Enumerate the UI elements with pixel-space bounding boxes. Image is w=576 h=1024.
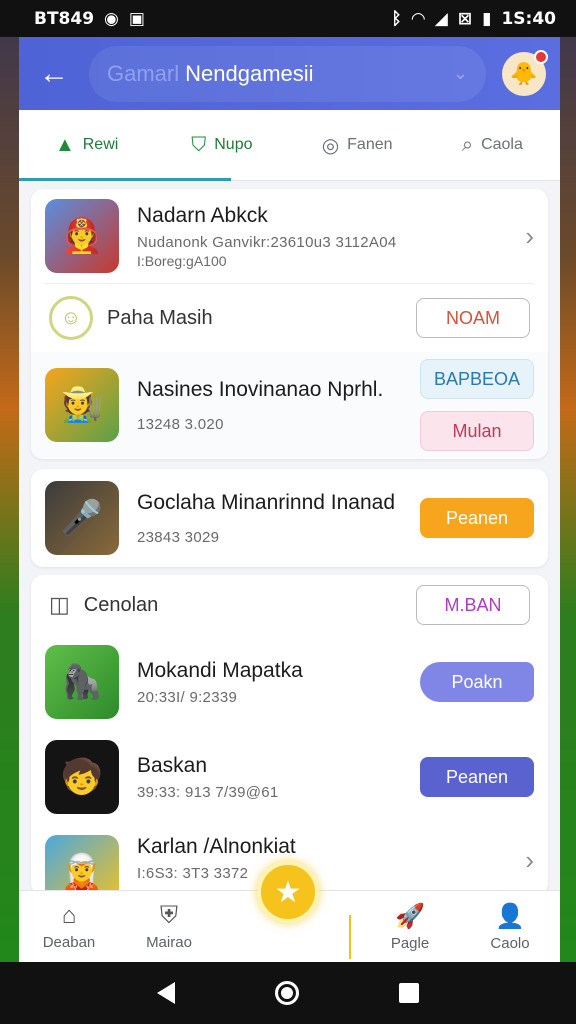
chevron-down-icon[interactable]: ⌄ [453,63,468,84]
back-arrow-icon[interactable]: ← [39,57,73,91]
notification-icon: ◉ [104,8,119,29]
notification-badge [534,49,548,64]
app-title: Nasines Inovinanao Nprhl. [137,377,384,401]
app-subtitle: I:6S3: 3T3 3372 [137,865,249,882]
status-bar: BT849 ◉ ▣ ᛒ ◠ ◢ ⊠ ▮ 1S:40 [0,0,576,37]
app-title: Karlan /Alnonkiat [137,835,296,858]
clock-text: 1S:40 [501,8,556,29]
list-item[interactable]: 🧑‍🌾 Nasines Inovinanao Nprhl. 13248 3.02… [31,352,548,458]
app-screen: ← Gamarl Nendgamesii ⌄ 🐥 ▲ Rewi ⛉ Nupo ◎… [19,37,560,962]
app-title: Nadarn Abkck [137,203,268,227]
badge-icon: ⛉ [191,133,207,156]
image-icon: ◫ [49,592,70,617]
tab-indicator [19,178,231,181]
app-meta: I:Boreg:gA100 [137,252,227,269]
tab-fanen[interactable]: ◎ Fanen [290,110,425,180]
battery-icon: ▮ [482,8,492,29]
game-thumbnail: 🧑‍🚒 [45,199,119,273]
bottom-nav: ⌂ Deaban ⛨ Mairao 🚀 Pagle 👤 Caolo ★ [19,861,560,962]
bapbeoa-button[interactable]: BAPBEOA [420,359,534,399]
section-label: Cenolan [83,593,159,616]
system-home-icon[interactable] [275,981,299,1005]
app-subtitle: 20:33I/ 9:2339 [137,688,238,706]
nav-pagle[interactable]: 🚀 Pagle [360,891,460,962]
search-placeholder: Gamarl [107,60,180,86]
carrier-text: BT849 [34,8,95,29]
nav-label: Pagle [390,934,430,952]
tab-label: Caola [481,136,523,153]
game-thumbnail: 🎤 [45,481,119,555]
section-header: ◫ Cenolan M.BAN [31,575,548,635]
chevron-right-icon[interactable]: › [525,221,534,252]
featured-card: 🧑‍🚒 Nadarn Abkck Nudanonk Ganvikr:23610u… [31,189,548,459]
noam-button[interactable]: NOAM [416,298,530,338]
nav-caolo[interactable]: 👤 Caolo [460,891,560,962]
tab-bar: ▲ Rewi ⛉ Nupo ◎ Fanen ⌕ Caola [19,110,560,181]
tab-caola[interactable]: ⌕ Caola [425,110,560,180]
peanen-button[interactable]: Peanen [420,498,534,538]
nfc-icon: ⊠ [457,8,473,29]
nav-separator [349,915,351,959]
app-subtitle: 23843 3029 [137,528,220,546]
section-header: ☺ Paha Masih NOAM [31,284,548,352]
app-card: 🎤 Goclaha Minanrinnd Inanad 23843 3029 P… [31,469,548,567]
app-subtitle: Nudanonk Ganvikr:23610u3 3112A04 [137,233,397,251]
smiley-icon: ☺ [49,296,93,340]
wifi-icon: ◠ [411,8,425,29]
search-icon: ⌕ [461,133,474,156]
signal-icon: ◢ [434,8,448,29]
list-item[interactable]: 🦍 Mokandi Mapatka 20:33I/ 9:2339 Poakn [31,635,548,729]
gallery-icon: ▣ [128,8,145,29]
avatar[interactable]: 🐥 [502,49,548,96]
game-thumbnail: 🧑‍🌾 [45,368,119,442]
avatar-character-icon: 🐥 [510,60,538,86]
tab-rewi[interactable]: ▲ Rewi [19,110,154,180]
poakn-button[interactable]: Poakn [420,662,534,702]
chat-icon: ◎ [321,134,340,157]
app-bar: ← Gamarl Nendgamesii ⌄ 🐥 [19,37,560,110]
nav-label: Deaban [42,934,96,951]
tab-nupo[interactable]: ⛉ Nupo [154,110,289,180]
search-input[interactable]: Gamarl Nendgamesii ⌄ [89,45,486,102]
list-item[interactable]: 🧒 Baskan 39:33: 913 7/39@61 Peanen [31,729,548,825]
tab-label: Nupo [214,136,253,153]
star-icon: ★ [274,875,302,909]
app-subtitle: 39:33: 913 7/39@61 [137,783,279,801]
mban-button[interactable]: M.BAN [416,585,530,625]
nav-mairao[interactable]: ⛨ Mairao [119,891,219,962]
mulan-button[interactable]: Mulan [420,411,534,451]
game-thumbnail: 🧝 [45,835,119,895]
chevron-right-icon[interactable]: › [525,845,534,876]
section-label: Paha Masih [107,306,213,329]
system-recents-icon[interactable] [399,983,419,1003]
game-thumbnail: 🦍 [45,645,119,719]
star-fab-button[interactable]: ★ [257,861,319,923]
game-thumbnail: 🧒 [45,740,119,814]
nav-label: Mairao [146,934,192,951]
tab-label: Rewi [82,136,119,153]
app-title: Mokandi Mapatka [137,658,303,682]
list-item[interactable]: 🎤 Goclaha Minanrinnd Inanad 23843 3029 P… [31,469,548,567]
search-query: Nendgamesii [185,60,314,86]
bluetooth-icon: ᛒ [391,8,402,29]
peanen-button[interactable]: Peanen [420,757,534,797]
list-item[interactable]: 🧑‍🚒 Nadarn Abkck Nudanonk Ganvikr:23610u… [31,189,548,283]
warning-triangle-icon: ▲ [54,133,75,156]
profile-icon: 👤 [495,902,525,930]
app-title: Goclaha Minanrinnd Inanad [137,490,396,514]
system-navigation-bar [0,962,576,1024]
nav-deaban[interactable]: ⌂ Deaban [19,891,119,962]
home-icon: ⌂ [61,902,77,929]
category-card: ◫ Cenolan M.BAN 🦍 Mokandi Mapatka 20:33I… [31,575,548,895]
shield-icon: ⛨ [160,902,178,929]
tab-label: Fanen [347,136,393,153]
rocket-icon: 🚀 [395,902,425,930]
nav-label: Caolo [490,934,530,952]
system-back-icon[interactable] [157,982,175,1004]
app-title: Baskan [137,753,208,777]
app-subtitle: 13248 3.020 [137,415,224,433]
